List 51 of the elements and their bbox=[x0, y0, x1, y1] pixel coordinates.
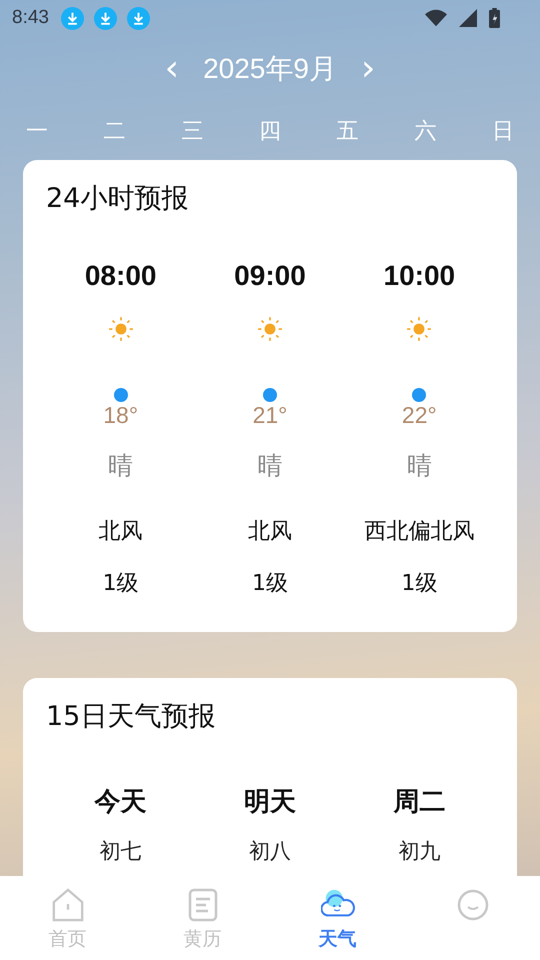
temperature: 18° bbox=[103, 402, 138, 429]
day-label: 周二 bbox=[393, 786, 446, 819]
weekday-label: 五 bbox=[336, 118, 359, 144]
temperature: 21° bbox=[252, 402, 288, 429]
temperature: 22° bbox=[402, 402, 437, 429]
hour-time: 09:00 bbox=[234, 260, 306, 292]
temperature-dot bbox=[262, 388, 277, 402]
temperature-dot bbox=[114, 388, 128, 402]
home-tab[interactable]: 首页 bbox=[0, 876, 135, 960]
smiley-icon bbox=[456, 888, 490, 922]
weather-condition: 晴 bbox=[108, 450, 134, 482]
weekday-label: 四 bbox=[258, 118, 281, 144]
wind-level: 1级 bbox=[102, 570, 139, 598]
wifi-icon bbox=[425, 9, 447, 27]
battery-icon bbox=[489, 8, 500, 28]
day-label: 明天 bbox=[244, 786, 296, 819]
weather-condition: 晴 bbox=[257, 450, 282, 482]
download-icon bbox=[126, 6, 150, 30]
lunar-date: 初八 bbox=[248, 838, 291, 865]
hour-time: 10:00 bbox=[384, 260, 456, 292]
previous-month-button[interactable]: ‹ bbox=[158, 51, 186, 87]
weather-tab[interactable]: 天气 bbox=[270, 876, 405, 960]
weather-condition: 晴 bbox=[406, 450, 432, 482]
lunar-date: 初九 bbox=[398, 838, 440, 865]
day-label: 今天 bbox=[94, 786, 147, 819]
weekday-label: 日 bbox=[492, 118, 514, 144]
month-title: 2025年9月 bbox=[203, 52, 337, 86]
wind-direction: 北风 bbox=[248, 518, 292, 546]
wind-direction: 西北偏北风 bbox=[364, 518, 474, 546]
almanac-tab[interactable]: 黄历 bbox=[135, 876, 270, 960]
next-month-button[interactable]: › bbox=[354, 51, 382, 87]
card-title: 15日天气预报 bbox=[46, 700, 216, 734]
weekday-label: 一 bbox=[26, 118, 48, 144]
weekday-label: 三 bbox=[181, 118, 204, 144]
card-title: 24小时预报 bbox=[46, 182, 190, 216]
weekday-label: 六 bbox=[414, 118, 436, 144]
wind-level: 1级 bbox=[401, 570, 438, 598]
sun-icon bbox=[406, 316, 432, 342]
weekday-label: 二 bbox=[104, 118, 126, 144]
status-time: 8:43 bbox=[12, 7, 49, 29]
signal-icon bbox=[457, 9, 479, 27]
download-icon bbox=[60, 6, 84, 30]
temperature-dot bbox=[412, 388, 426, 402]
download-icon bbox=[94, 6, 117, 30]
lunar-date: 初七 bbox=[100, 838, 142, 865]
wind-direction: 北风 bbox=[98, 518, 143, 546]
wind-level: 1级 bbox=[252, 570, 288, 598]
sun-icon bbox=[108, 316, 134, 342]
hour-time: 08:00 bbox=[84, 260, 156, 292]
sun-icon bbox=[256, 316, 283, 342]
house-icon bbox=[50, 888, 84, 922]
